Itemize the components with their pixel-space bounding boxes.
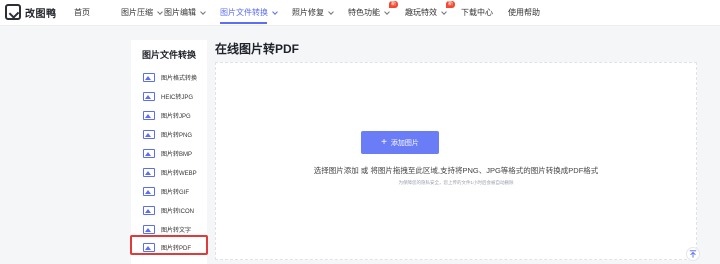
- nav-item-label: 下载中心: [461, 8, 493, 17]
- chevron-down-icon: [328, 8, 334, 15]
- privacy-note: 为保障您的隐私安全，您上传的文件1小时后会被自动删除: [398, 180, 514, 185]
- chevron-down-icon: [200, 8, 206, 15]
- sidebar-item-label: HEIC转JPG: [161, 94, 194, 101]
- nav-item-label: 图片压缩: [121, 8, 153, 17]
- nav-item-label: 照片修复: [292, 8, 324, 17]
- page-title: 在线图片转PDF: [215, 42, 300, 56]
- sidebar-item-label: 图片转JPG: [161, 113, 191, 120]
- active-item-highlight: [130, 235, 208, 255]
- nav-item-image-edit[interactable]: 图片编辑: [164, 7, 206, 18]
- upload-drop-zone[interactable]: [215, 62, 697, 260]
- sidebar-item-label: 图片转文字: [161, 227, 192, 234]
- nav-item-home[interactable]: 首页: [74, 7, 90, 18]
- add-image-button-label: 添加图片: [390, 139, 419, 147]
- nav-item-label: 图片文件转换: [220, 8, 268, 17]
- image-icon: [143, 224, 155, 234]
- sidebar-item-label: 图片转GIF: [161, 189, 189, 196]
- image-icon: [143, 148, 155, 158]
- chevron-down-icon: [441, 8, 447, 15]
- sidebar-item-image-to-jpg[interactable]: 图片转JPG: [143, 108, 205, 122]
- nav-item-download-center[interactable]: 下载中心: [461, 7, 493, 18]
- sidebar-item-image-to-gif[interactable]: 图片转GIF: [143, 184, 205, 198]
- nav-item-image-compress[interactable]: 图片压缩: [121, 7, 163, 18]
- image-icon: [143, 167, 155, 177]
- sidebar-title: 图片文件转换: [141, 50, 196, 60]
- image-icon: [143, 91, 155, 101]
- nav-item-photo-restore[interactable]: 照片修复: [292, 7, 334, 18]
- chevron-down-icon: [272, 8, 278, 15]
- nav-item-label: 趣玩特效: [405, 8, 437, 17]
- upload-hint: 选择图片添加 或 将图片拖拽至此区域,支持将PNG、JPG等格式的图片转换成PD…: [313, 166, 599, 175]
- sidebar-item-label: 图片转BMP: [161, 151, 193, 158]
- sidebar-item-label: 图片格式转换: [161, 75, 198, 82]
- top-navigation-bar: 改图鸭 首页 图片压缩 图片编辑 图片文件转换 照片修复 特色功能新 趣玩特效新…: [0, 0, 720, 26]
- image-icon: [143, 186, 155, 196]
- arrow-up-icon: [689, 250, 697, 258]
- back-to-top-button[interactable]: [686, 247, 700, 261]
- chevron-down-icon: [157, 8, 163, 15]
- add-image-button[interactable]: + 添加图片: [361, 131, 439, 154]
- new-badge: 新: [445, 1, 455, 8]
- plus-icon: +: [381, 136, 387, 148]
- sidebar-item-image-to-webp[interactable]: 图片转WEBP: [143, 165, 205, 179]
- nav-item-image-convert[interactable]: 图片文件转换: [220, 7, 278, 24]
- new-badge: 新: [388, 1, 398, 8]
- sidebar-item-label: 图片转ICON: [161, 208, 195, 215]
- nav-item-label: 图片编辑: [164, 8, 196, 17]
- nav-item-fun-effects[interactable]: 趣玩特效 新: [405, 1, 455, 18]
- sidebar-item-image-to-text[interactable]: 图片转文字: [143, 222, 205, 236]
- sidebar-item-image-to-png[interactable]: 图片转PNG: [143, 127, 205, 141]
- chevron-down-icon: [384, 8, 390, 15]
- sidebar-item-label: 图片转WEBP: [161, 170, 197, 177]
- nav-item-label: 首页: [74, 8, 90, 17]
- image-icon: [143, 129, 155, 139]
- nav-item-help[interactable]: 使用帮助: [508, 7, 540, 18]
- sidebar: 图片文件转换 图片格式转换 HEIC转JPG 图片转JPG 图片转PNG 图片转…: [131, 40, 207, 264]
- nav-item-special-features[interactable]: 特色功能 新: [348, 1, 398, 18]
- nav-item-label: 使用帮助: [508, 8, 540, 17]
- sidebar-item-image-format-convert[interactable]: 图片格式转换: [143, 70, 205, 84]
- sidebar-item-label: 图片转PNG: [161, 132, 193, 139]
- sidebar-item-image-to-icon[interactable]: 图片转ICON: [143, 203, 205, 217]
- main-nav: 首页 图片压缩 图片编辑 图片文件转换 照片修复 特色功能新 趣玩特效新 下载中…: [0, 0, 720, 26]
- sidebar-item-heic-to-jpg[interactable]: HEIC转JPG: [143, 89, 205, 103]
- sidebar-item-image-to-bmp[interactable]: 图片转BMP: [143, 146, 205, 160]
- nav-item-label: 特色功能: [348, 8, 380, 17]
- image-icon: [143, 72, 155, 82]
- image-icon: [143, 205, 155, 215]
- image-icon: [143, 110, 155, 120]
